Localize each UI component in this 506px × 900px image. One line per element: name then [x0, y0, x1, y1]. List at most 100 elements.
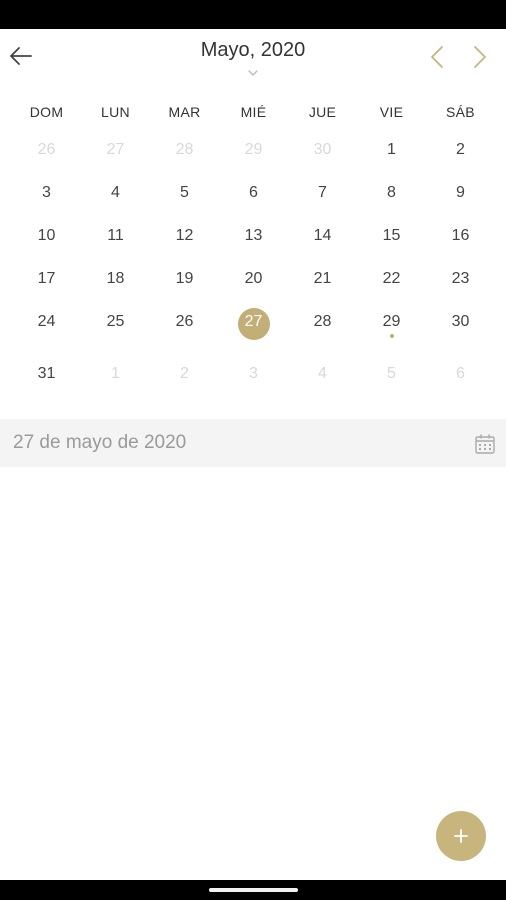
calendar-day[interactable]: 3 — [219, 352, 288, 395]
calendar-day[interactable]: 14 — [288, 214, 357, 257]
calendar-day[interactable]: 12 — [150, 214, 219, 257]
calendar-day[interactable]: 28 — [150, 128, 219, 171]
day-number: 7 — [318, 183, 327, 201]
calendar-day[interactable]: 31 — [12, 352, 81, 395]
day-number: 11 — [107, 226, 124, 244]
calendar-icon — [475, 434, 495, 454]
status-bar — [0, 0, 506, 29]
calendar-day[interactable]: 7 — [288, 171, 357, 214]
home-indicator[interactable] — [209, 888, 298, 892]
day-number: 21 — [313, 269, 332, 287]
day-number: 16 — [451, 226, 470, 244]
calendar-day[interactable]: 21 — [288, 257, 357, 300]
calendar-day[interactable]: 18 — [81, 257, 150, 300]
calendar-day[interactable]: 10 — [12, 214, 81, 257]
calendar-day[interactable]: 19 — [150, 257, 219, 300]
weekday-label: MAR — [168, 104, 201, 120]
day-number: 15 — [382, 226, 401, 244]
calendar-day-with-event[interactable]: 29 — [357, 300, 426, 343]
day-number: 29 — [382, 312, 401, 330]
day-number: 8 — [387, 183, 396, 201]
calendar-day[interactable]: 26 — [12, 128, 81, 171]
calendar-day[interactable]: 28 — [288, 300, 357, 343]
day-number: 4 — [318, 364, 327, 382]
add-event-button[interactable] — [436, 811, 486, 861]
previous-month-button[interactable] — [423, 41, 451, 73]
calendar-day[interactable]: 13 — [219, 214, 288, 257]
day-number: 1 — [387, 140, 396, 158]
calendar-day[interactable]: 3 — [12, 171, 81, 214]
day-number: 9 — [456, 183, 465, 201]
chevron-left-icon — [431, 46, 443, 68]
day-number: 2 — [180, 364, 189, 382]
day-number: 26 — [175, 312, 194, 330]
calendar-day[interactable]: 4 — [81, 171, 150, 214]
calendar-day[interactable]: 16 — [426, 214, 495, 257]
calendar-day[interactable]: 8 — [357, 171, 426, 214]
calendar-day-selected[interactable]: 27 — [219, 300, 288, 343]
day-number: 30 — [451, 312, 470, 330]
calendar-day[interactable]: 26 — [150, 300, 219, 343]
calendar-day[interactable]: 6 — [219, 171, 288, 214]
day-number: 31 — [37, 364, 56, 382]
system-navigation-bar — [0, 880, 506, 900]
next-month-button[interactable] — [466, 41, 494, 73]
calendar-view-button[interactable] — [472, 431, 498, 457]
day-number: 13 — [244, 226, 263, 244]
calendar-day[interactable]: 5 — [357, 352, 426, 395]
calendar-day[interactable]: 17 — [12, 257, 81, 300]
day-number: 20 — [244, 269, 263, 287]
calendar-day[interactable]: 24 — [12, 300, 81, 343]
calendar-day[interactable]: 11 — [81, 214, 150, 257]
calendar-day[interactable]: 22 — [357, 257, 426, 300]
day-number: 6 — [456, 364, 465, 382]
day-number: 23 — [451, 269, 470, 287]
calendar-day[interactable]: 20 — [219, 257, 288, 300]
calendar-day[interactable]: 9 — [426, 171, 495, 214]
calendar-day[interactable]: 27 — [81, 128, 150, 171]
day-number: 18 — [106, 269, 125, 287]
calendar-day[interactable]: 2 — [426, 128, 495, 171]
day-number: 30 — [313, 140, 332, 158]
day-number: 24 — [37, 312, 56, 330]
day-number: 12 — [175, 226, 194, 244]
chevron-down-icon — [248, 70, 258, 76]
day-number: 2 — [456, 140, 465, 158]
selected-date-bar: 27 de mayo de 2020 — [0, 419, 506, 467]
day-number: 29 — [244, 140, 263, 158]
day-number: 4 — [111, 183, 120, 201]
calendar-day[interactable]: 2 — [150, 352, 219, 395]
selected-date-label: 27 de mayo de 2020 — [13, 432, 187, 453]
calendar-day[interactable]: 5 — [150, 171, 219, 214]
day-number: 17 — [37, 269, 56, 287]
weekday-label: LUN — [101, 104, 130, 120]
calendar-day[interactable]: 30 — [426, 300, 495, 343]
day-number: 3 — [249, 364, 258, 382]
calendar-day[interactable]: 23 — [426, 257, 495, 300]
day-number: 28 — [313, 312, 332, 330]
day-number: 19 — [175, 269, 194, 287]
calendar-day[interactable]: 6 — [426, 352, 495, 395]
calendar-day[interactable]: 29 — [219, 128, 288, 171]
chevron-right-icon — [474, 46, 486, 68]
day-number: 14 — [313, 226, 332, 244]
calendar-day[interactable]: 4 — [288, 352, 357, 395]
calendar-day[interactable]: 15 — [357, 214, 426, 257]
day-number: 25 — [106, 312, 125, 330]
calendar-day[interactable]: 1 — [81, 352, 150, 395]
day-number: 27 — [244, 312, 263, 330]
day-number: 5 — [387, 364, 396, 382]
day-number: 22 — [382, 269, 401, 287]
day-number: 26 — [37, 140, 56, 158]
weekday-header-row: DOM LUN MAR MIÉ JUE VIE SÁB — [12, 100, 495, 124]
day-number: 27 — [106, 140, 125, 158]
calendar-day[interactable]: 25 — [81, 300, 150, 343]
day-number: 6 — [249, 183, 258, 201]
month-dropdown-button[interactable] — [246, 65, 260, 76]
event-dot-icon — [389, 334, 394, 338]
weekday-label: VIE — [379, 104, 404, 120]
calendar-day[interactable]: 1 — [357, 128, 426, 171]
weekday-label: JUE — [308, 104, 337, 120]
weekday-label: MIÉ — [240, 104, 267, 120]
calendar-day[interactable]: 30 — [288, 128, 357, 171]
